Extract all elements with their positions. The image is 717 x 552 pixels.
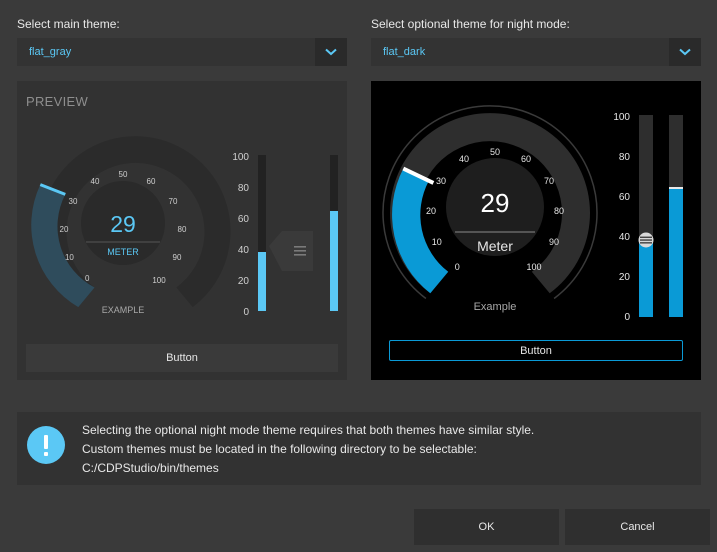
night-theme-select-value: flat_dark: [383, 46, 426, 58]
night-slider-handle[interactable]: [638, 232, 654, 248]
night-scale-label-100: 100: [613, 112, 630, 123]
preview-bars: 100 80 60 40 20 0: [232, 152, 338, 318]
night-theme-select[interactable]: flat_dark: [371, 38, 701, 66]
night-preview-bars: 100 80 60 40 20 0: [613, 112, 683, 323]
info-line-2: Custom themes must be located in the fol…: [82, 442, 477, 456]
cancel-button[interactable]: Cancel: [565, 509, 710, 545]
scale-label-20: 20: [238, 276, 250, 287]
night-bar-1-fill: [639, 240, 653, 317]
night-scale-label-0: 0: [624, 312, 630, 323]
menu-icon: [294, 246, 306, 256]
night-scale-label-20: 20: [619, 272, 631, 283]
info-line-1: Selecting the optional night mode theme …: [82, 423, 535, 437]
scale-label-100: 100: [232, 152, 249, 163]
vertical-bar-2-fill: [330, 211, 338, 311]
night-theme-label: Select optional theme for night mode:: [371, 17, 570, 31]
scale-label-60: 60: [238, 214, 250, 225]
scale-label-80: 80: [238, 183, 250, 194]
ok-button[interactable]: OK: [414, 509, 559, 545]
night-bar-2-marker: [669, 187, 683, 189]
night-preview-button[interactable]: Button: [389, 340, 683, 361]
night-preview-panel: 29 Meter 0 10 20 30 40 50 60 70 80 90 10…: [371, 81, 701, 380]
scale-label-0: 0: [243, 307, 249, 318]
scale-label-40: 40: [238, 245, 250, 256]
preview-button[interactable]: Button: [26, 344, 338, 372]
main-theme-label: Select main theme:: [17, 17, 120, 31]
night-scale-label-60: 60: [619, 192, 631, 203]
slider-handle[interactable]: [269, 231, 313, 271]
night-scale-label-40: 40: [619, 232, 631, 243]
chevron-down-icon[interactable]: [669, 38, 701, 66]
main-theme-select[interactable]: flat_gray: [17, 38, 347, 66]
vertical-bar-1-fill: [258, 252, 266, 311]
chevron-down-icon[interactable]: [315, 38, 347, 66]
preview-panel: PREVIEW 29 METER 0 10 20 30 40 50 60 70 …: [17, 81, 347, 380]
info-box: Selecting the optional night mode theme …: [17, 412, 701, 485]
night-scale-label-80: 80: [619, 152, 631, 163]
night-bar-2-fill: [669, 188, 683, 317]
info-line-3: C:/CDPStudio/bin/themes: [82, 461, 219, 475]
main-theme-select-value: flat_gray: [29, 46, 72, 58]
info-icon: [27, 426, 65, 464]
